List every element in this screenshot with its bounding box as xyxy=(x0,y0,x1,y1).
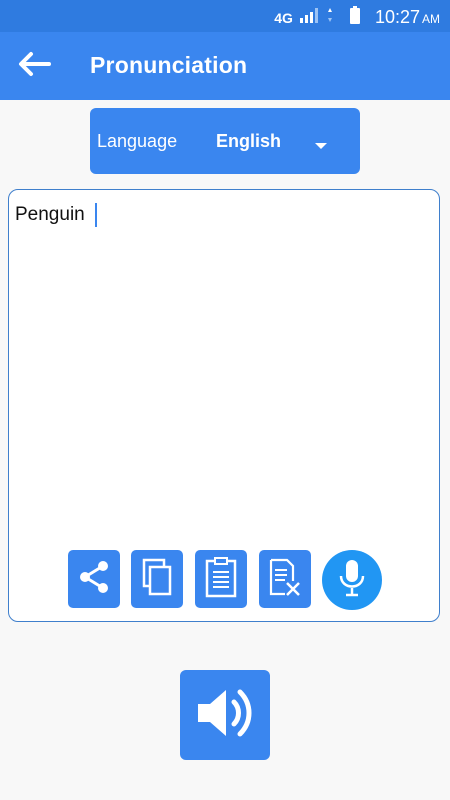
copy-icon xyxy=(139,557,175,602)
arrow-left-icon xyxy=(17,51,51,82)
speak-button[interactable] xyxy=(180,670,270,760)
battery-icon xyxy=(349,6,361,29)
clear-text-button[interactable] xyxy=(259,550,311,608)
network-type: 4G xyxy=(274,9,293,26)
language-selector[interactable]: Language English xyxy=(90,108,360,174)
share-button[interactable] xyxy=(68,550,120,608)
share-icon xyxy=(74,557,114,602)
copy-button[interactable] xyxy=(131,550,183,608)
caret-down-icon xyxy=(314,137,328,155)
editor-text: Penguin xyxy=(15,204,85,226)
language-selected: English xyxy=(216,131,282,151)
status-bar-right: 4G 10:27 AM xyxy=(274,6,440,29)
text-cursor xyxy=(94,203,97,227)
data-arrows-icon xyxy=(327,7,333,28)
paste-icon xyxy=(204,556,238,603)
speaker-icon xyxy=(190,678,260,753)
microphone-button[interactable] xyxy=(322,550,382,610)
back-button[interactable] xyxy=(14,48,54,84)
editor-content[interactable]: Penguin xyxy=(15,203,97,227)
clear-text-icon xyxy=(267,557,303,602)
page-title: Pronunciation xyxy=(90,52,248,78)
mic-icon xyxy=(337,558,367,603)
ampm-text: AM xyxy=(422,12,440,26)
app-bar: Pronunciation xyxy=(0,32,450,100)
time-text: 10:27 xyxy=(374,7,420,27)
text-editor[interactable]: Penguin xyxy=(8,189,440,622)
clock: 10:27 AM xyxy=(375,7,440,28)
status-bar: 4G 10:27 AM xyxy=(0,0,450,32)
paste-button[interactable] xyxy=(195,550,247,608)
language-label: Language xyxy=(97,131,178,151)
signal-icon xyxy=(299,7,321,28)
